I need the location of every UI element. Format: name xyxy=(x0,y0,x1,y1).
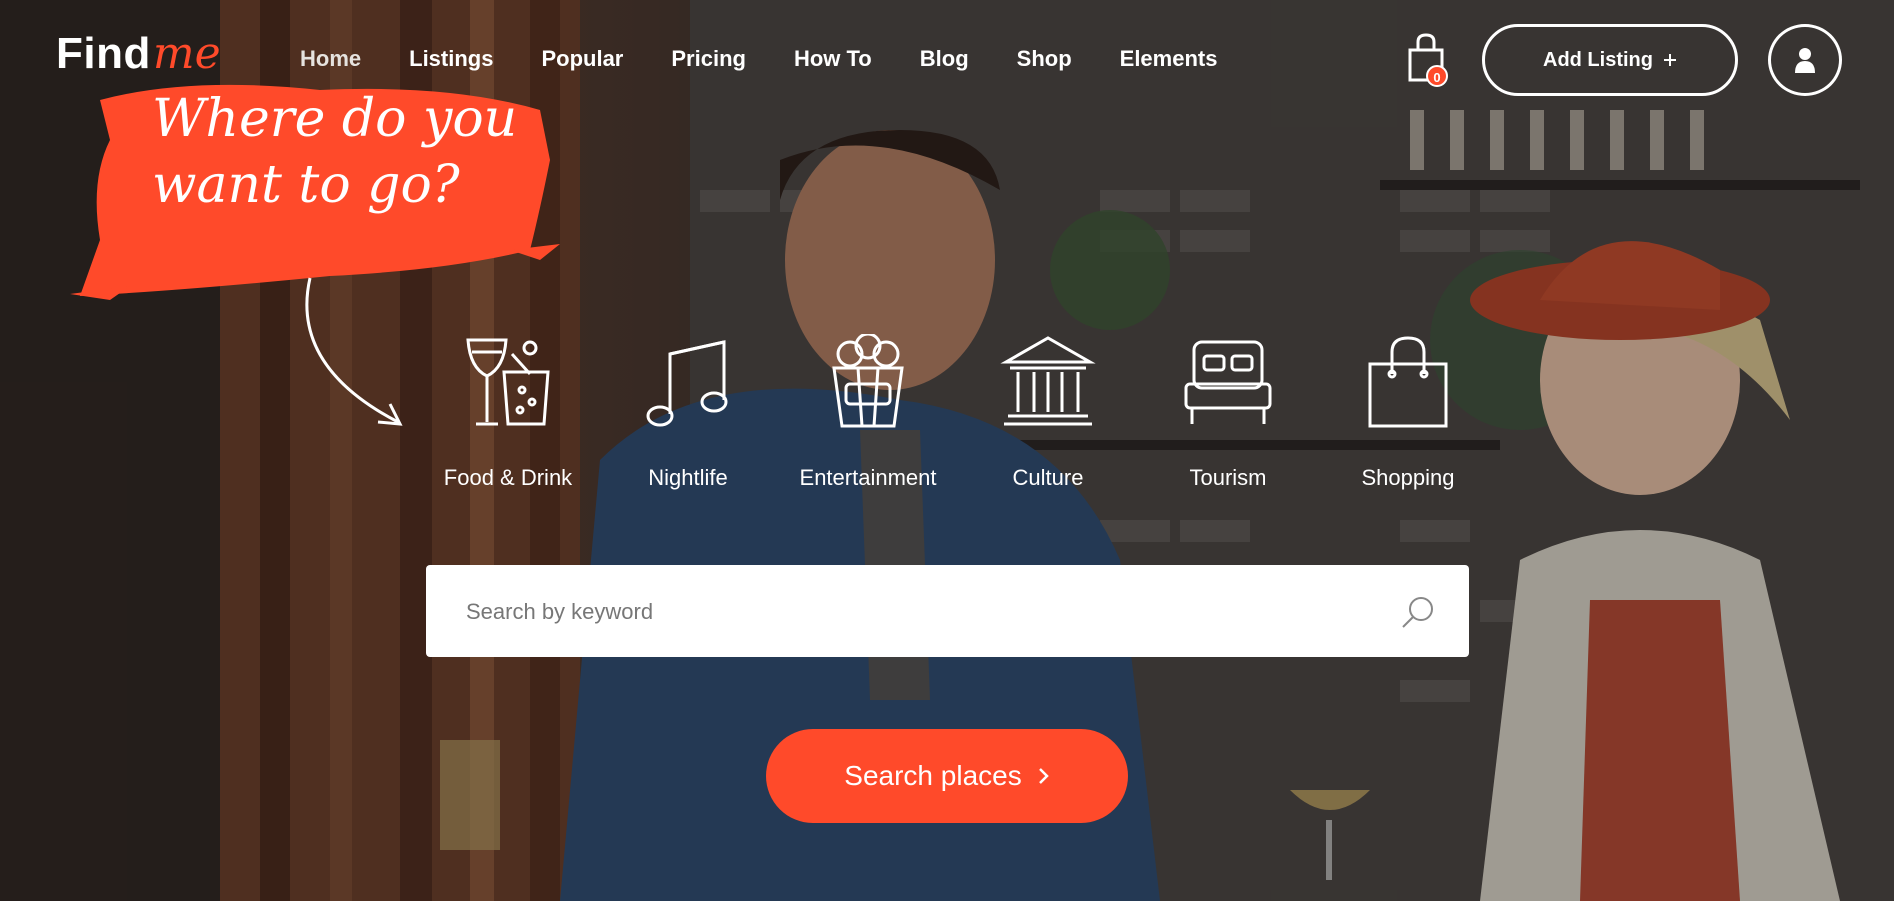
cart-count-badge: 0 xyxy=(1426,65,1448,87)
headline-line-1: Where do you xyxy=(152,89,518,149)
category-label: Culture xyxy=(1012,465,1084,490)
nav-home[interactable]: Home xyxy=(300,40,361,78)
popcorn-icon xyxy=(832,334,904,428)
chevron-right-icon xyxy=(1038,768,1049,784)
category-label: Shopping xyxy=(1361,465,1455,490)
nav-listings[interactable]: Listings xyxy=(409,40,493,78)
category-shopping[interactable]: Shopping xyxy=(1318,334,1498,492)
category-list: Food & Drink Nightlife Entertainment Cul… xyxy=(418,334,1498,492)
plus-icon xyxy=(1663,54,1676,66)
nav-pricing[interactable]: Pricing xyxy=(671,40,746,78)
hero-headline: Where do you want to go? xyxy=(152,86,572,218)
nav-popular[interactable]: Popular xyxy=(541,40,623,78)
search-places-label: Search places xyxy=(844,760,1022,791)
cart-button[interactable]: 0 xyxy=(1406,32,1450,88)
curved-arrow-icon xyxy=(305,277,403,426)
nav-shop[interactable]: Shop xyxy=(1017,40,1072,78)
music-note-icon xyxy=(646,340,728,427)
museum-icon xyxy=(1000,336,1096,426)
nav-blog[interactable]: Blog xyxy=(920,40,969,78)
category-nightlife[interactable]: Nightlife xyxy=(598,334,778,492)
shopping-bag-icon xyxy=(1368,336,1448,428)
nav-elements[interactable]: Elements xyxy=(1120,40,1218,78)
search-bar xyxy=(426,565,1469,659)
headline-line-2: want to go? xyxy=(152,155,460,215)
category-tourism[interactable]: Tourism xyxy=(1138,334,1318,492)
user-account-button[interactable] xyxy=(1768,24,1842,96)
bed-icon xyxy=(1184,340,1272,424)
user-icon xyxy=(1795,48,1815,73)
logo-me-text: me xyxy=(152,28,221,79)
category-entertainment[interactable]: Entertainment xyxy=(778,334,958,492)
cocktail-icon xyxy=(466,338,550,426)
category-food-drink[interactable]: Food & Drink xyxy=(418,334,598,492)
category-label: Food & Drink xyxy=(443,465,573,490)
logo-find-text: Find xyxy=(56,29,151,78)
search-places-button[interactable]: Search places xyxy=(766,729,1128,823)
category-culture[interactable]: Culture xyxy=(958,334,1138,492)
category-label: Nightlife xyxy=(648,465,728,490)
add-listing-button[interactable]: Add Listing xyxy=(1482,24,1738,96)
search-input[interactable] xyxy=(464,565,1368,659)
category-label: Entertainment xyxy=(799,465,937,490)
search-icon[interactable] xyxy=(1401,595,1435,629)
category-label: Tourism xyxy=(1189,465,1267,490)
logo[interactable]: Find me xyxy=(56,28,221,79)
main-nav: Home Listings Popular Pricing How To Blo… xyxy=(300,40,1265,78)
add-listing-label: Add Listing xyxy=(1543,48,1653,71)
nav-how-to[interactable]: How To xyxy=(794,40,872,78)
